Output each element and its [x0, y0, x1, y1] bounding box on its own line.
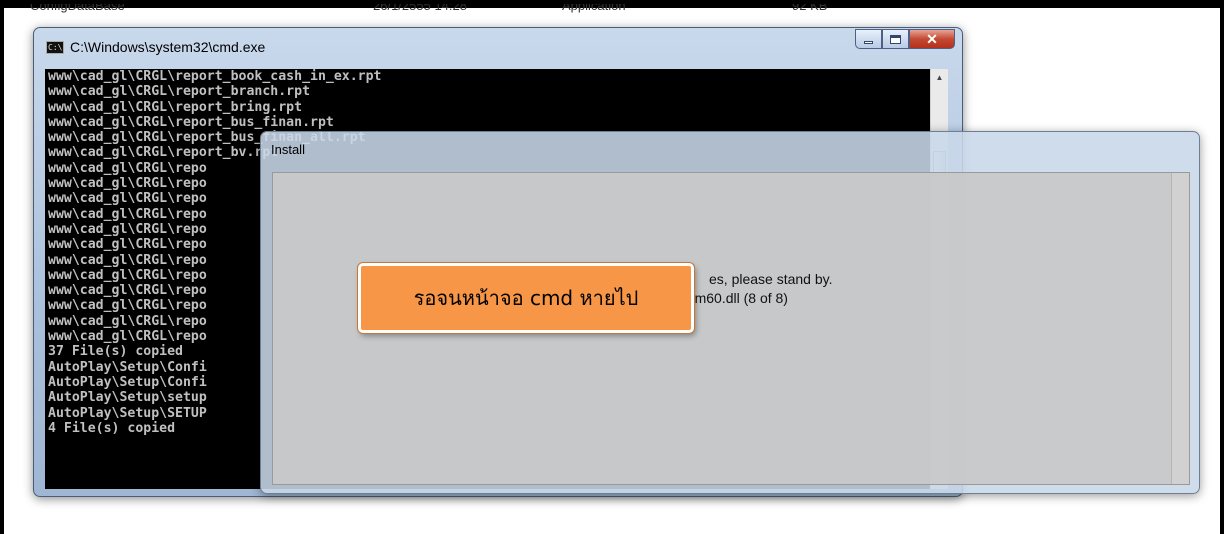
instruction-callout: รอจนหน้าจอ cmd หายไป [358, 263, 694, 333]
caption-buttons: ✕ [855, 29, 955, 49]
cmd-window-title: C:\Windows\system32\cmd.exe [70, 39, 266, 55]
console-line: www\cad_gl\CRGL\report_branch.rpt [48, 84, 311, 100]
maximize-button[interactable] [882, 29, 909, 49]
cmd-titlebar[interactable]: C:\ C:\Windows\system32\cmd.exe ✕ [34, 28, 962, 66]
console-line: www\cad_gl\CRGL\report_book_cash_in_ex.r… [48, 69, 382, 84]
background-file-row: ConfigDataBase 26/1/2555 14:28 Applicati… [30, 4, 930, 20]
background-file-type: Application [562, 4, 626, 13]
install-dialog-scrollbar[interactable] [1171, 173, 1189, 484]
close-button[interactable]: ✕ [909, 29, 955, 49]
console-line: www\cad_gl\CRGL\report_bring.rpt [48, 99, 303, 115]
background-file-name: ConfigDataBase [30, 4, 125, 13]
scroll-up-arrow-icon[interactable]: ▲ [931, 69, 948, 86]
install-dialog-title: Install [271, 142, 305, 157]
maximize-icon [890, 34, 901, 44]
close-icon: ✕ [926, 30, 938, 47]
console-line: www\cad_gl\CRGL\report_bus_finan.rpt [48, 114, 334, 130]
background-file-size: 92 KB [792, 4, 828, 13]
screenshot-frame-right [1220, 0, 1224, 534]
screenshot-frame-left [0, 0, 4, 534]
minimize-button[interactable] [855, 29, 882, 49]
minimize-icon [864, 40, 873, 44]
cmd-icon: C:\ [46, 41, 64, 54]
background-file-date: 26/1/2555 14:28 [373, 4, 467, 13]
